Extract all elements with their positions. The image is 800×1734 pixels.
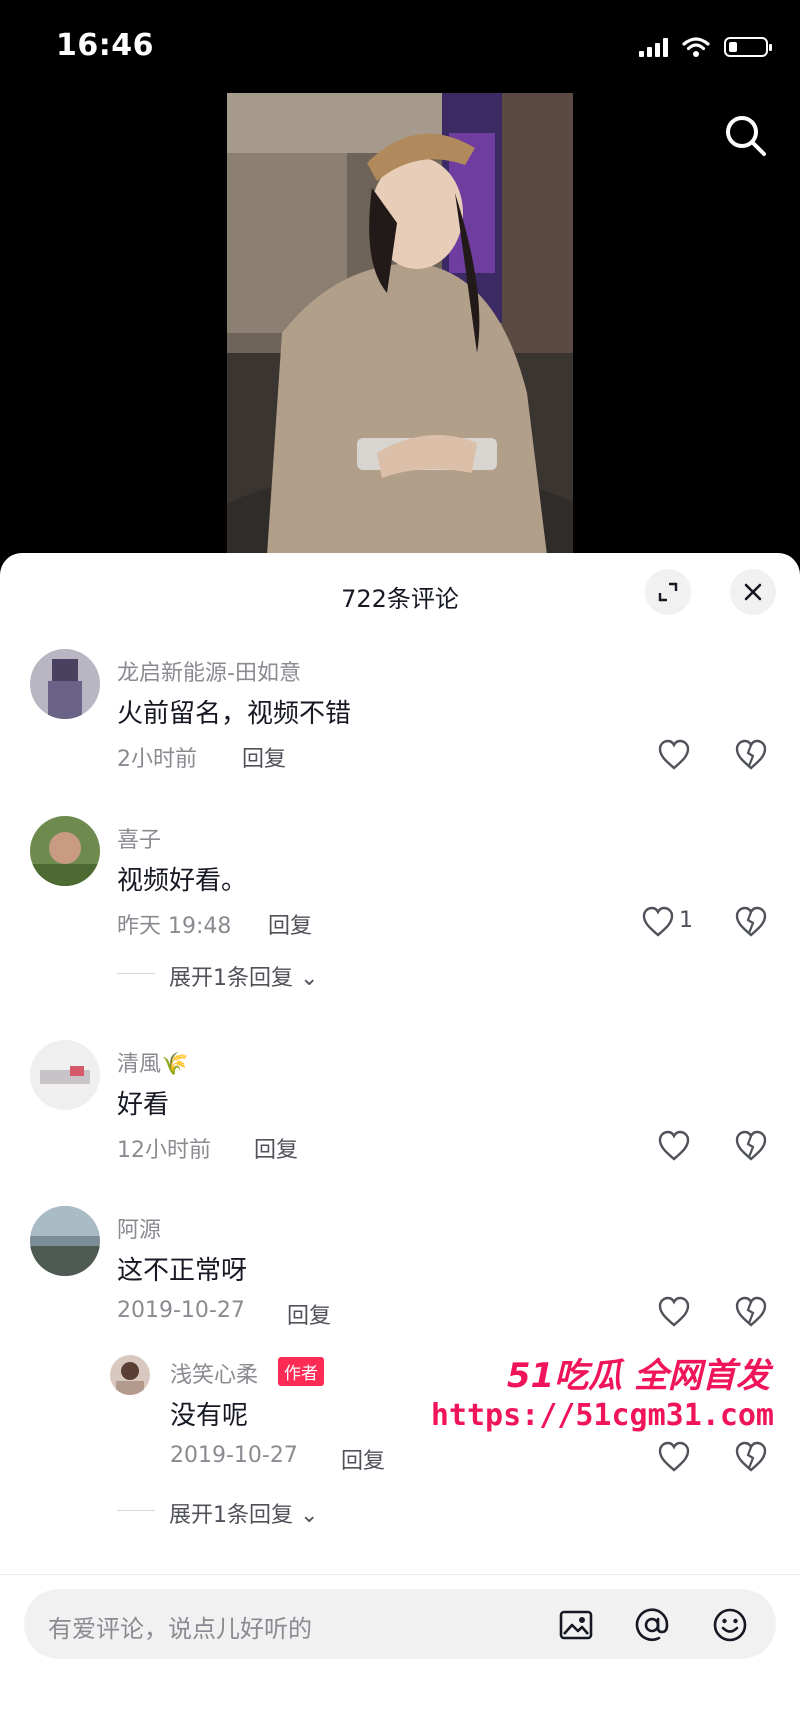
video-frame <box>227 93 573 555</box>
expand-replies-button[interactable]: 展开1条回复 ⌄ <box>169 960 318 992</box>
emoji-icon[interactable] <box>712 1607 748 1643</box>
expand-icon <box>658 582 678 602</box>
comment-time: 2小时前 <box>117 747 197 772</box>
heart-icon[interactable] <box>657 1130 691 1162</box>
comment-text: 这不正常呀 <box>117 1256 248 1286</box>
expand-replies-button[interactable]: 展开1条回复 ⌄ <box>169 1497 318 1529</box>
broken-heart-icon[interactable] <box>734 739 768 771</box>
status-bar: 16:46 <box>0 0 800 92</box>
search-icon[interactable] <box>722 112 770 160</box>
comment-time: 昨天 19:48 <box>117 914 232 939</box>
broken-heart-icon[interactable] <box>734 1296 768 1328</box>
expand-replies-label: 展开1条回复 <box>169 1503 293 1528</box>
reply-username[interactable]: 浅笑心柔 <box>170 1357 258 1389</box>
reply-button[interactable]: 回复 <box>242 741 286 773</box>
comment-input[interactable]: 有爱评论，说点儿好听的 <box>24 1589 776 1659</box>
chevron-down-icon: ⌄ <box>300 966 319 991</box>
comment-username[interactable]: 阿源 <box>117 1212 161 1244</box>
avatar[interactable] <box>30 1206 100 1276</box>
status-icons <box>639 36 772 58</box>
comment-username[interactable]: 喜子 <box>117 822 161 854</box>
comment-username[interactable]: 龙启新能源-田如意 <box>117 655 301 687</box>
heart-icon[interactable] <box>657 1296 691 1328</box>
comment-username[interactable]: 清風🌾 <box>117 1046 188 1078</box>
reply-time: 2019-10-27 <box>170 1443 298 1468</box>
avatar[interactable] <box>110 1355 150 1395</box>
expand-replies-label: 展开1条回复 <box>169 966 293 991</box>
close-icon <box>744 583 762 601</box>
watermark-title: 51吃瓜 全网首发 <box>506 1356 770 1396</box>
close-button[interactable] <box>730 569 776 615</box>
reply-text: 没有呢 <box>170 1401 249 1431</box>
heart-icon[interactable] <box>657 739 691 771</box>
broken-heart-icon[interactable] <box>734 1130 768 1162</box>
watermark-url: https://51cgm31.com <box>430 1398 774 1433</box>
status-time: 16:46 <box>56 28 154 63</box>
like-count: 1 <box>679 908 693 933</box>
avatar[interactable] <box>30 649 100 719</box>
comment-input-bar: 有爱评论，说点儿好听的 <box>0 1574 800 1734</box>
reply-button[interactable]: 回复 <box>254 1132 298 1164</box>
expand-button[interactable] <box>645 569 691 615</box>
comment-text: 好看 <box>117 1090 170 1120</box>
broken-heart-icon[interactable] <box>734 906 768 938</box>
wifi-icon <box>682 37 710 57</box>
comment-input-placeholder: 有爱评论，说点儿好听的 <box>48 1615 312 1643</box>
chevron-down-icon: ⌄ <box>300 1503 319 1528</box>
video-player[interactable] <box>227 93 573 555</box>
watermark: 51吃瓜 全网首发 https://51cgm31.com <box>431 1348 780 1448</box>
signal-icon <box>639 37 668 57</box>
author-badge: 作者 <box>278 1357 324 1386</box>
reply-button[interactable]: 回复 <box>287 1298 331 1330</box>
heart-icon[interactable] <box>641 906 675 938</box>
image-icon[interactable] <box>558 1607 594 1643</box>
battery-icon <box>724 37 772 57</box>
mention-icon[interactable] <box>634 1607 670 1643</box>
comments-sheet: 722条评论 龙启新能源-田如意 火前留名，视频不错 2小时前 回复 喜子 视频… <box>0 553 800 1733</box>
reply-button[interactable]: 回复 <box>268 908 312 940</box>
avatar[interactable] <box>30 1040 100 1110</box>
comment-time: 12小时前 <box>117 1138 211 1163</box>
comment-text: 视频好看。 <box>117 866 248 896</box>
reply-button[interactable]: 回复 <box>341 1443 385 1475</box>
avatar[interactable] <box>30 816 100 886</box>
divider <box>117 1510 155 1511</box>
comment-text: 火前留名，视频不错 <box>117 699 352 729</box>
comment-time: 2019-10-27 <box>117 1298 245 1323</box>
divider <box>117 973 155 974</box>
